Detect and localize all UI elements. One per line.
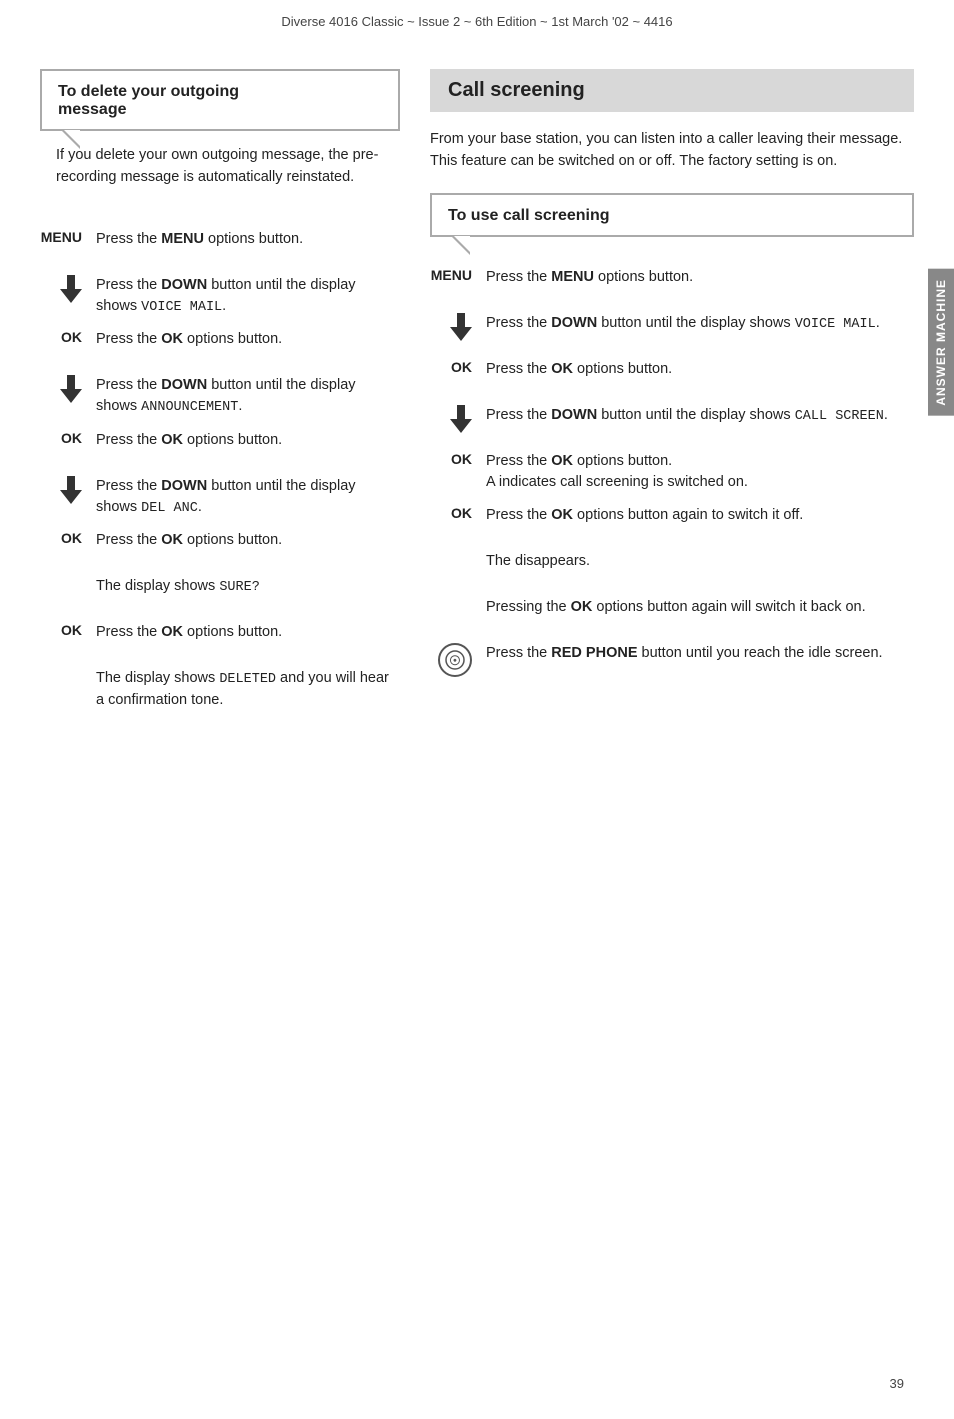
- delete-message-box: To delete your outgoing message: [40, 69, 400, 131]
- answer-machine-tab: ANSWER MACHINE: [928, 269, 954, 416]
- down-arrow-icon: [450, 313, 472, 341]
- step-desc-cell: Press the MENU options button.: [486, 265, 914, 288]
- page-number: 39: [890, 1376, 904, 1391]
- step-row: The display shows SURE?: [40, 574, 400, 610]
- step-desc-cell: Pressing the OK options button again wil…: [486, 595, 914, 618]
- step-key-cell: [40, 666, 96, 668]
- step-key: OK: [61, 530, 82, 546]
- right-steps: MENU Press the MENU options button. Pres…: [430, 265, 914, 677]
- step-row: The display shows DELETED and you will h…: [40, 666, 400, 711]
- step-desc-cell: Press the OK options button.A indicates …: [486, 449, 914, 493]
- step-desc-cell: Press the RED PHONE button until you rea…: [486, 641, 914, 664]
- step-key: OK: [61, 622, 82, 638]
- step-key-cell: [40, 373, 96, 403]
- left-steps: MENU Press the MENU options button. Pres…: [40, 227, 400, 711]
- delete-message-title: To delete your outgoing message: [42, 71, 398, 129]
- step-row: ☉ Press the RED PHONE button until you r…: [430, 641, 914, 677]
- step-key: MENU: [431, 267, 472, 283]
- step-desc-cell: The display shows DELETED and you will h…: [96, 666, 400, 711]
- step-desc-cell: Press the OK options button.: [96, 327, 400, 350]
- step-row: OK Press the OK options button.: [430, 357, 914, 393]
- down-arrow-icon: [60, 375, 82, 403]
- notch-inner: [64, 130, 80, 146]
- step-key: OK: [61, 329, 82, 345]
- step-desc-cell: Press the DOWN button until the display …: [96, 273, 400, 318]
- step-desc-cell: The display shows SURE?: [96, 574, 400, 598]
- step-key-cell: OK: [430, 357, 486, 375]
- down-arrow-icon: [60, 275, 82, 303]
- header-text: Diverse 4016 Classic ~ Issue 2 ~ 6th Edi…: [281, 14, 672, 29]
- step-row: OK Press the OK options button.: [40, 327, 400, 363]
- step-key-cell: [430, 311, 486, 341]
- down-arrow-icon: [450, 405, 472, 433]
- svg-text:☉: ☉: [449, 653, 461, 668]
- page-header: Diverse 4016 Classic ~ Issue 2 ~ 6th Edi…: [0, 0, 954, 39]
- step-key-cell: OK: [40, 528, 96, 546]
- step-key-cell: MENU: [430, 265, 486, 283]
- step-key-cell: OK: [40, 327, 96, 345]
- call-screening-intro: From your base station, you can listen i…: [430, 128, 914, 173]
- step-key-cell: OK: [430, 449, 486, 467]
- step-extra: A indicates call screening is switched o…: [486, 474, 748, 490]
- step-row: The disappears.: [430, 549, 914, 585]
- step-desc-cell: Press the DOWN button until the display …: [96, 474, 400, 519]
- use-call-screening-title: To use call screening: [432, 195, 912, 235]
- step-row: Press the DOWN button until the display …: [430, 311, 914, 347]
- step-key-cell: OK: [430, 503, 486, 521]
- step-key-cell: ☉: [430, 641, 486, 677]
- step-desc-cell: Press the OK options button.: [96, 620, 400, 643]
- step-key-cell: [40, 474, 96, 504]
- step-desc-cell: Press the OK options button.: [96, 428, 400, 451]
- step-key-cell: OK: [40, 620, 96, 638]
- call-screening-title: Call screening: [430, 69, 914, 112]
- step-key-cell: [430, 403, 486, 433]
- phone-icon: ☉: [438, 643, 472, 677]
- step-desc-cell: The disappears.: [486, 549, 914, 572]
- left-column: To delete your outgoing message If you d…: [40, 69, 400, 721]
- step-row: Press the DOWN button until the display …: [40, 273, 400, 318]
- right-notch-inner: [454, 236, 470, 252]
- step-row: Press the DOWN button until the display …: [430, 403, 914, 439]
- step-row: OK Press the OK options button again to …: [430, 503, 914, 539]
- step-desc-cell: Press the OK options button again to swi…: [486, 503, 914, 526]
- step-key-cell: OK: [40, 428, 96, 446]
- step-row: Press the DOWN button until the display …: [40, 474, 400, 519]
- step-row: OK Press the OK options button.A indicat…: [430, 449, 914, 493]
- step-row: Press the DOWN button until the display …: [40, 373, 400, 418]
- step-desc-cell: Press the OK options button.: [486, 357, 914, 380]
- step-row: OK Press the OK options button.: [40, 428, 400, 464]
- step-row: OK Press the OK options button.: [40, 528, 400, 564]
- step-key: MENU: [41, 229, 82, 245]
- use-call-screening-box: To use call screening: [430, 193, 914, 237]
- step-key: OK: [451, 359, 472, 375]
- step-key: OK: [451, 505, 472, 521]
- step-row: OK Press the OK options button.: [40, 620, 400, 656]
- step-desc-cell: Press the DOWN button until the display …: [486, 311, 914, 335]
- step-key: OK: [451, 451, 472, 467]
- step-key-cell: [40, 273, 96, 303]
- step-key-cell: MENU: [40, 227, 96, 245]
- step-key-cell: [430, 595, 486, 597]
- step-key-cell: [430, 549, 486, 551]
- step-desc-cell: Press the OK options button.: [96, 528, 400, 551]
- step-key: OK: [61, 430, 82, 446]
- right-column: Call screening From your base station, y…: [430, 69, 914, 687]
- step-row: MENU Press the MENU options button.: [430, 265, 914, 301]
- step-row: Pressing the OK options button again wil…: [430, 595, 914, 631]
- step-desc-cell: Press the DOWN button until the display …: [486, 403, 914, 427]
- left-intro-text: If you delete your own outgoing message,…: [40, 131, 400, 199]
- step-desc-cell: Press the DOWN button until the display …: [96, 373, 400, 418]
- down-arrow-icon: [60, 476, 82, 504]
- step-row: MENU Press the MENU options button.: [40, 227, 400, 263]
- step-desc-cell: Press the MENU options button.: [96, 227, 400, 250]
- step-key-cell: [40, 574, 96, 576]
